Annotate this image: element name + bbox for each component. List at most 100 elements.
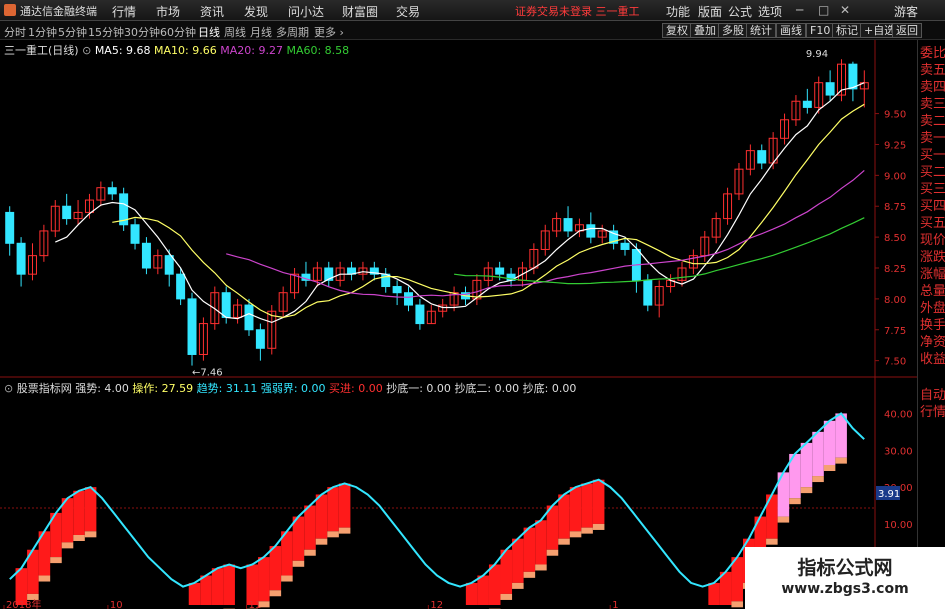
ind-chaodi: 抄底: 0.00 [522, 382, 577, 395]
quote-panel-item[interactable]: 总量 [920, 284, 945, 299]
indicator-bar [523, 527, 536, 572]
indicator-block [84, 487, 97, 538]
period-week[interactable]: 周线 [224, 24, 246, 40]
candle-body [62, 205, 72, 220]
menu-shichang[interactable]: 市场 [156, 3, 180, 20]
candle-body [16, 242, 26, 275]
btn-diejia[interactable]: 叠加 [690, 23, 720, 38]
candle-body [255, 329, 265, 349]
period-15min[interactable]: 15分钟 [88, 24, 124, 40]
quote-panel-item[interactable]: 净资 [920, 335, 945, 350]
quote-panel-item[interactable]: 涨跌 [920, 250, 945, 265]
candle-body [415, 304, 425, 325]
quote-panel-item[interactable]: 买四 [920, 199, 945, 214]
period-more[interactable]: 更多 › [314, 24, 344, 40]
period-60min[interactable]: 60分钟 [160, 24, 196, 40]
quote-panel-item[interactable]: 卖二 [920, 114, 945, 129]
indicator-settings-icon[interactable]: ⊙ [4, 382, 13, 395]
period-month[interactable]: 月线 [250, 24, 272, 40]
menu-faxian[interactable]: 发现 [244, 3, 268, 20]
period-30min[interactable]: 30分钟 [124, 24, 160, 40]
quote-panel-item[interactable]: 换手 [920, 318, 945, 333]
quote-panel-item[interactable]: 委比 [920, 46, 945, 61]
quote-panel-item[interactable]: 买五 [920, 216, 945, 231]
main-legend: 三一重工(日线) ⊙ MA5: 9.68 MA10: 9.66 MA20: 9.… [4, 42, 349, 58]
candle [119, 187, 129, 231]
quote-panel-item[interactable]: 卖三 [920, 97, 945, 112]
ind-qiangshi: 强势: 4.00 [75, 382, 129, 395]
quote-panel-item[interactable]: 卖一 [920, 131, 945, 146]
indicator-bar [211, 568, 224, 605]
period-multi[interactable]: 多周期 [276, 24, 309, 40]
indicator-bar [269, 546, 282, 591]
price-tick-label: 9.50 [884, 110, 906, 121]
indicator-base [592, 523, 605, 530]
btn-fuquan[interactable]: 复权 [662, 23, 692, 38]
indicator-bar [73, 490, 85, 535]
indicator-base [558, 538, 570, 545]
menu-jiaoyi[interactable]: 交易 [396, 3, 420, 20]
indicator-bar [592, 479, 605, 524]
period-1min[interactable]: 1分钟 [28, 24, 57, 40]
btn-tongji[interactable]: 统计 [746, 23, 776, 38]
quote-panel-sub-item[interactable]: 行情 [920, 405, 945, 420]
close-icon[interactable]: ✕ [840, 3, 850, 17]
menu-zixun[interactable]: 资讯 [200, 3, 224, 20]
legend-settings-icon[interactable]: ⊙ [82, 44, 91, 57]
indicator-base [500, 593, 513, 600]
quote-panel-item[interactable]: 涨幅 [920, 267, 945, 282]
menu-xuanxiang[interactable]: 选项 [758, 3, 782, 20]
menu-hangqing[interactable]: 行情 [112, 3, 136, 20]
indicator-block [200, 575, 212, 605]
quote-panel-item[interactable]: 卖四 [920, 80, 945, 95]
indicator-name[interactable]: 股票指标网 [17, 382, 72, 395]
menu-wenxiaoda[interactable]: 问小达 [288, 3, 324, 20]
login-warning[interactable]: 证券交易未登录 三一重工 [515, 3, 640, 19]
minimize-icon[interactable]: ─ [796, 3, 803, 17]
period-day[interactable]: 日线 [198, 24, 220, 40]
menu-gongshi[interactable]: 公式 [728, 3, 752, 20]
btn-duogu[interactable]: 多股 [718, 23, 748, 38]
btn-fanhui[interactable]: 返回 [892, 23, 922, 38]
guest-label[interactable]: 游客 [894, 3, 918, 20]
indicator-marker-label: 3.91 [878, 489, 900, 500]
quote-panel-item[interactable]: 外盘 [920, 301, 945, 316]
indicator-block [61, 498, 74, 549]
ind-chaodi1: 抄底一: 0.00 [386, 382, 451, 395]
indicator-bar [315, 494, 328, 539]
btn-huaxian[interactable]: 画线 [776, 23, 806, 38]
indicator-bar [258, 557, 270, 602]
period-5min[interactable]: 5分钟 [58, 24, 87, 40]
btn-biaoji[interactable]: 标记 [832, 23, 862, 38]
indicator-block [211, 568, 224, 605]
quote-panel-item[interactable]: 买三 [920, 182, 945, 197]
price-tick-label: 8.50 [884, 233, 906, 244]
menu-banmian[interactable]: 版面 [698, 3, 722, 20]
quote-panel-item[interactable]: 卖五 [920, 63, 945, 78]
kline-chart[interactable]: 9.50 9.25 9.00 8.75 8.50 8.25 8.00 7.75 7.50 40.… [0, 40, 917, 609]
indicator-bar [488, 564, 501, 605]
date-tick-label: 11 [248, 600, 261, 609]
stock-name[interactable]: 三一重工(日线) [4, 44, 79, 57]
quote-panel-item[interactable]: 买二 [920, 165, 945, 180]
indicator-bar [246, 564, 259, 605]
quote-panel-item[interactable]: 买一 [920, 148, 945, 163]
quote-panel: 委比卖五卖四卖三卖二卖一买一买二买三买四买五现价涨跌涨幅总量外盘换手净资收益自动… [917, 40, 945, 609]
indicator-base [569, 531, 582, 538]
menu-gongneng[interactable]: 功能 [666, 3, 690, 20]
indicator-base [512, 582, 524, 589]
indicator-bar [800, 442, 813, 488]
indicator-block [477, 575, 489, 605]
candle-body [802, 100, 812, 108]
quote-panel-item[interactable]: 收益 [920, 352, 945, 367]
period-fenshi[interactable]: 分时 [4, 24, 26, 40]
indicator-block [315, 494, 328, 545]
quote-panel-item[interactable]: 现价 [920, 233, 945, 248]
quote-panel-sub-item[interactable]: 自动 [920, 388, 945, 403]
candle-body [563, 218, 573, 232]
maximize-icon[interactable]: □ [818, 3, 829, 17]
btn-f10[interactable]: F10 [806, 23, 835, 38]
price-tick-label: 8.75 [884, 202, 906, 213]
indicator-base [835, 457, 847, 464]
menu-caifuquan[interactable]: 财富圈 [342, 3, 378, 20]
